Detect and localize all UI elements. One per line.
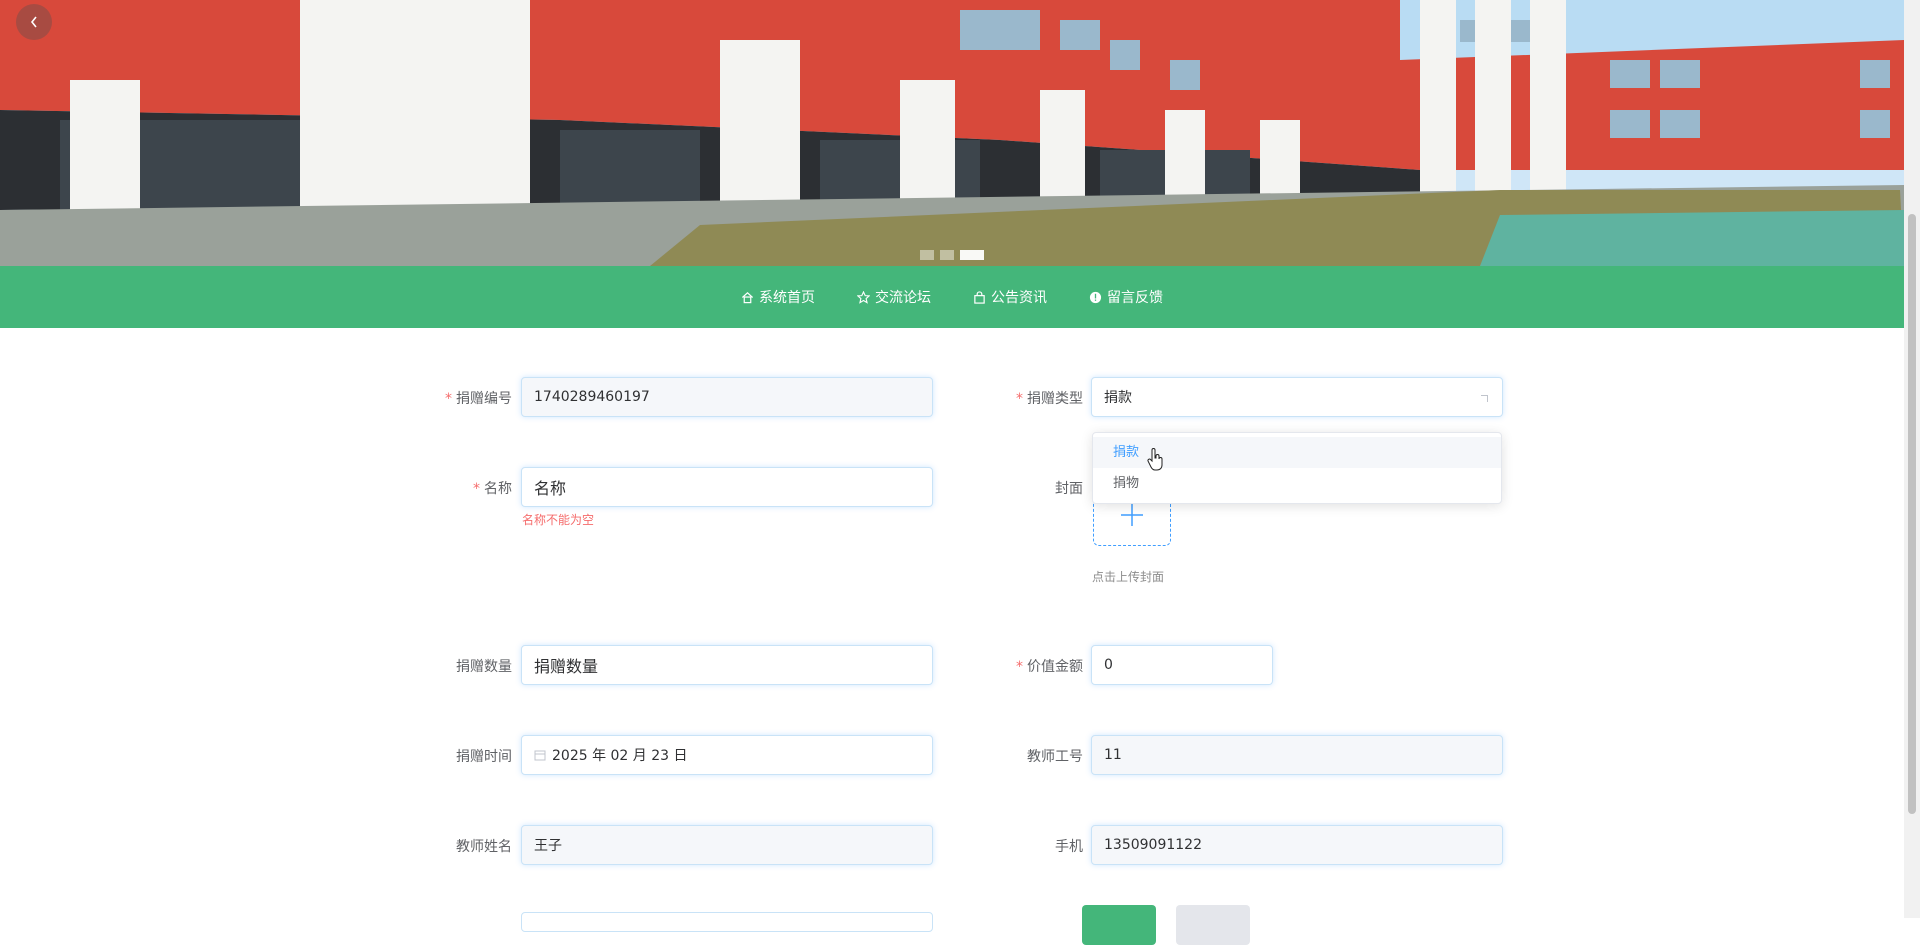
- name-error: 名称不能为空: [522, 513, 595, 527]
- donation-type-dropdown: 捐款 捐物: [1092, 432, 1502, 504]
- quantity-input[interactable]: 捐赠数量: [521, 645, 933, 685]
- amount-input[interactable]: 0: [1091, 645, 1273, 685]
- nav-item-label: 交流论坛: [875, 290, 931, 306]
- calendar-icon: [534, 750, 546, 761]
- amount-label: * 价值金额: [1016, 659, 1083, 675]
- cover-label: 封面: [1055, 481, 1083, 497]
- nav-item-feedback[interactable]: 留言反馈: [1089, 287, 1163, 307]
- donation-type-select[interactable]: 捐款: [1091, 377, 1503, 417]
- nav-item-label: 公告资讯: [991, 290, 1047, 306]
- next-field[interactable]: [521, 912, 933, 932]
- nav-item-label: 留言反馈: [1107, 290, 1163, 306]
- cancel-button[interactable]: [1176, 905, 1250, 945]
- nav-item-forum[interactable]: 交流论坛: [857, 287, 931, 307]
- carousel-indicators: [920, 250, 984, 260]
- home-icon: [741, 291, 754, 303]
- star-icon: [857, 290, 870, 304]
- bag-icon: [974, 290, 985, 304]
- teacher-name-label: 教师姓名: [456, 839, 512, 855]
- dropdown-option[interactable]: 捐物: [1093, 468, 1501, 499]
- submit-button[interactable]: [1082, 905, 1156, 945]
- teacher-name-field[interactable]: 王子: [521, 825, 933, 865]
- scrollbar-thumb[interactable]: [1908, 214, 1916, 814]
- cover-upload-tip: 点击上传封面: [1092, 570, 1165, 584]
- chevron-left-icon: [30, 16, 37, 28]
- teacher-id-field[interactable]: 11: [1091, 735, 1503, 775]
- nav-item-news[interactable]: 公告资讯: [973, 287, 1047, 307]
- donation-time-label: 捐赠时间: [456, 749, 512, 765]
- teacher-id-label: 教师工号: [1027, 749, 1083, 765]
- phone-label: 手机: [1055, 839, 1083, 855]
- quantity-label: 捐赠数量: [456, 659, 512, 675]
- banner-carousel: [0, 0, 1904, 266]
- phone-field[interactable]: 13509091122: [1091, 825, 1503, 865]
- main-nav: 系统首页 交流论坛 公告资讯 留言反馈: [0, 266, 1904, 328]
- carousel-dot[interactable]: [940, 250, 954, 260]
- carousel-dot-active[interactable]: [960, 250, 984, 260]
- carousel-dot[interactable]: [920, 250, 934, 260]
- chevron-down-icon: [1481, 395, 1488, 402]
- donation-no-label: * 捐赠编号: [445, 391, 512, 407]
- banner-prev-button[interactable]: [16, 4, 52, 40]
- name-label: * 名称: [473, 481, 512, 497]
- name-input[interactable]: 名称: [521, 467, 933, 507]
- nav-item-label: 系统首页: [759, 290, 815, 306]
- info-icon: [1089, 291, 1102, 303]
- donation-type-label: * 捐赠类型: [1016, 391, 1083, 407]
- plus-icon: [1121, 504, 1143, 526]
- banner-image: [0, 0, 1904, 266]
- donation-time-picker[interactable]: 2025 年 02 月 23 日: [521, 735, 933, 775]
- nav-item-home[interactable]: 系统首页: [741, 287, 815, 307]
- dropdown-option[interactable]: 捐款: [1093, 437, 1501, 468]
- donation-no-field[interactable]: 1740289460197: [521, 377, 933, 417]
- page-scrollbar[interactable]: [1904, 0, 1920, 918]
